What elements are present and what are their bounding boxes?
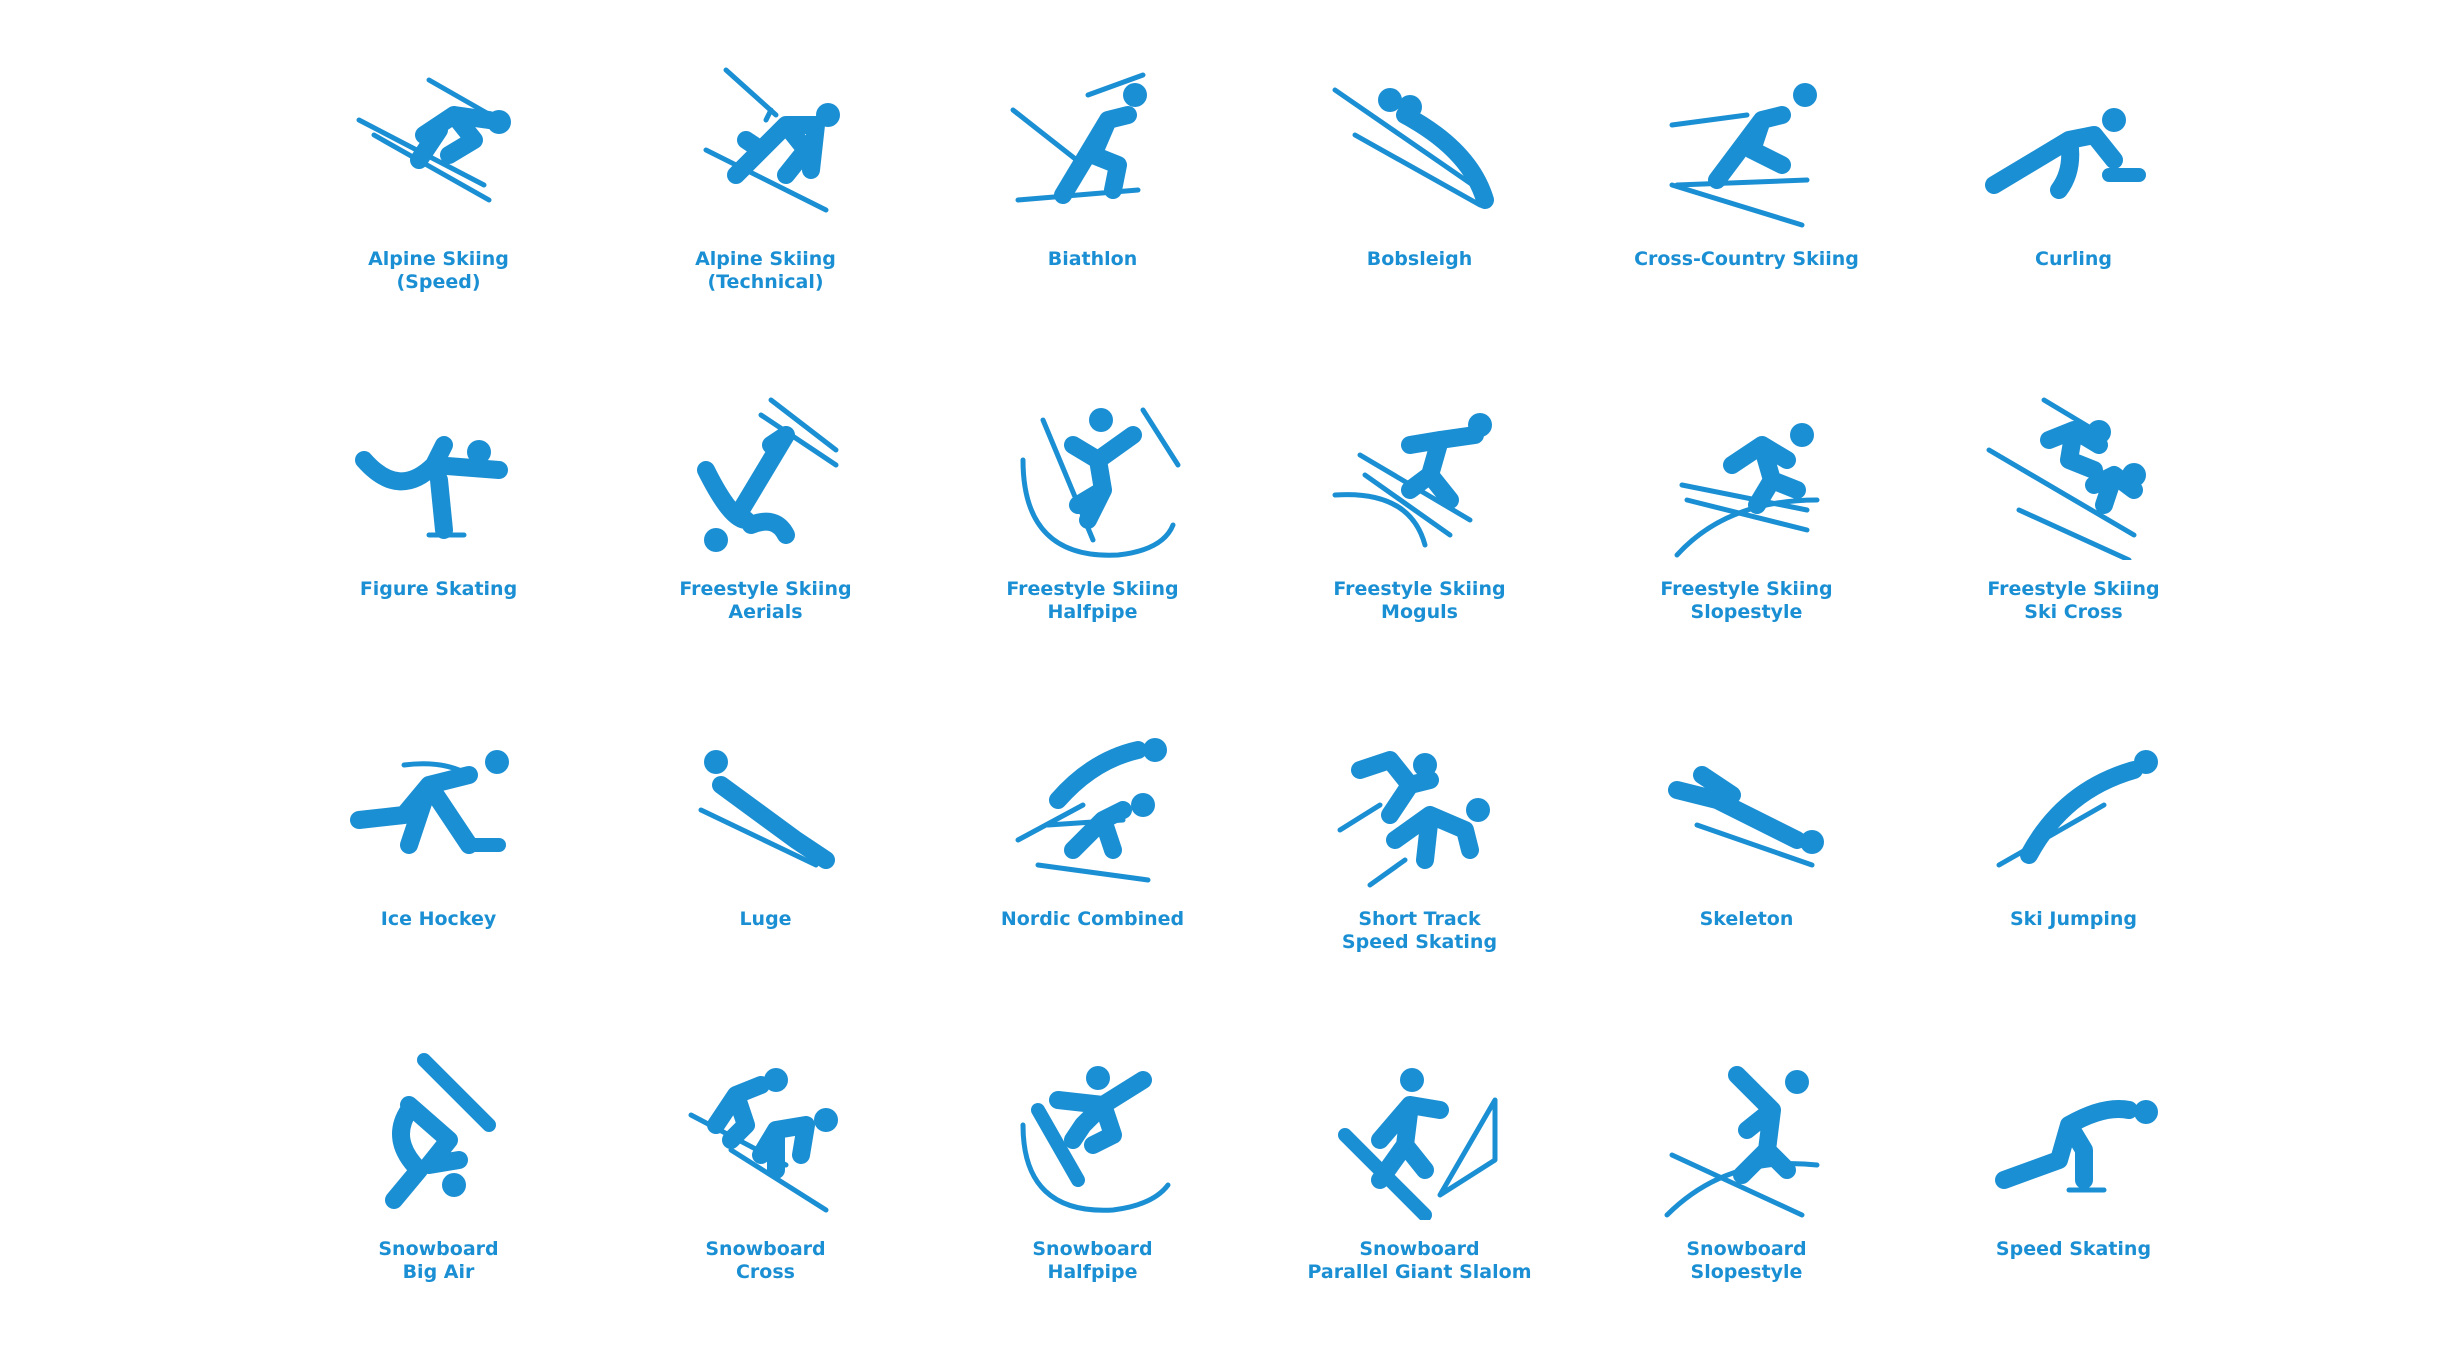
pictogram-sublabel: Halfpipe: [1047, 601, 1138, 623]
pictogram-label: Short Track: [1358, 908, 1481, 930]
alpine-skiing-technical-icon: [703, 67, 840, 213]
pictogram-sublabel: Speed Skating: [1341, 931, 1498, 953]
luge-icon: [698, 750, 835, 869]
pictogram-label: Ice Hockey: [380, 908, 497, 930]
pictogram-label: Snowboard: [1032, 1238, 1153, 1260]
snowboard-slopestyle-icon: [1664, 1066, 1819, 1218]
pictogram-sublabel: Big Air: [402, 1261, 475, 1283]
snowboard-big-air-icon: [384, 1053, 496, 1209]
freestyle-skiing-aerials-icon: [696, 397, 838, 552]
pictogram-card: Biathlon: [929, 60, 1256, 360]
freestyle-skiing-ski-cross-icon: [1986, 397, 2146, 560]
pictogram-sublabel: Moguls: [1381, 601, 1458, 623]
pictogram-sublabel: Slopestyle: [1690, 1261, 1803, 1283]
snowboard-cross-icon: [688, 1068, 838, 1213]
pictogram-label: Freestyle Skiing: [1333, 578, 1506, 600]
pictogram-label: Luge: [739, 908, 792, 930]
pictogram-card: Ski Jumping: [1910, 720, 2237, 1020]
pictogram-sublabel: (Speed): [396, 271, 481, 293]
pictogram-label: Ski Jumping: [2009, 908, 2138, 930]
pictogram-card: Snowboard Halfpipe: [929, 1050, 1256, 1350]
pictogram-sublabel: Halfpipe: [1047, 1261, 1138, 1283]
pictogram-label: Nordic Combined: [1000, 908, 1185, 930]
pictogram-card: Skeleton: [1583, 720, 1910, 1020]
short-track-speed-skating-icon: [1337, 751, 1490, 888]
speed-skating-icon: [1994, 1100, 2158, 1193]
pictogram-label: Bobsleigh: [1366, 248, 1473, 270]
pictogram-label: Curling: [2035, 248, 2112, 270]
pictogram-card: Freestyle Skiing Ski Cross: [1910, 390, 2237, 690]
pictogram-label: Freestyle Skiing: [1006, 578, 1179, 600]
pictogram-card: Cross-Country Skiing: [1583, 60, 1910, 360]
freestyle-skiing-slopestyle-icon: [1674, 423, 1819, 558]
curling-icon: [1984, 108, 2146, 199]
cross-country-skiing-icon: [1669, 83, 1817, 228]
pictogram-card: Curling: [1910, 60, 2237, 360]
figure-skating-icon: [354, 436, 508, 539]
pictogram-label: Freestyle Skiing: [1987, 578, 2160, 600]
pictogram-label: Freestyle Skiing: [1660, 578, 1833, 600]
bobsleigh-icon: [1332, 87, 1494, 209]
pictogram-card: Freestyle Skiing Aerials: [602, 390, 929, 690]
pictogram-card: Figure Skating: [275, 390, 602, 690]
pictogram-sublabel: Parallel Giant Slalom: [1307, 1261, 1532, 1283]
pictogram-label: Snowboard: [378, 1238, 499, 1260]
pictogram-card: Snowboard Cross: [602, 1050, 929, 1350]
freestyle-skiing-moguls-icon: [1332, 413, 1492, 548]
pictogram-card: Short Track Speed Skating: [1256, 720, 1583, 1020]
pictogram-card: Alpine Skiing (Speed): [275, 60, 602, 360]
pictogram-sublabel: Ski Cross: [2024, 601, 2123, 623]
pictogram-card: Nordic Combined: [929, 720, 1256, 1020]
pictogram-sublabel: Aerials: [728, 601, 803, 623]
nordic-combined-icon: [1015, 738, 1167, 883]
pictogram-label: Cross-Country Skiing: [1634, 248, 1859, 270]
freestyle-skiing-halfpipe-icon: [1020, 407, 1180, 558]
pictogram-card: Freestyle Skiing Slopestyle: [1583, 390, 1910, 690]
pictogram-label: Speed Skating: [1995, 1238, 2152, 1260]
pictogram-card: Snowboard Parallel Giant Slalom: [1256, 1050, 1583, 1350]
pictogram-card: Snowboard Big Air: [275, 1050, 602, 1350]
pictogram-label: Snowboard: [1686, 1238, 1807, 1260]
pictogram-card: Ice Hockey: [275, 720, 602, 1020]
snowboard-halfpipe-icon: [1020, 1066, 1170, 1213]
pictogram-label: Biathlon: [1047, 248, 1138, 270]
pictogram-card: Bobsleigh: [1256, 60, 1583, 360]
pictogram-label: Snowboard: [705, 1238, 826, 1260]
pictogram-sublabel: Slopestyle: [1690, 601, 1803, 623]
pictogram-sublabel: (Technical): [707, 271, 824, 293]
biathlon-icon: [1010, 72, 1147, 204]
pictogram-grid: Alpine Skiing (Speed) Alpine Skiing (Techn…: [275, 60, 2239, 1320]
pictogram-sublabel: Cross: [735, 1261, 795, 1283]
pictogram-label: Freestyle Skiing: [679, 578, 852, 600]
snowboard-parallel-giant-slalom-icon: [1337, 1068, 1497, 1220]
pictogram-label: Alpine Skiing: [368, 248, 509, 270]
ski-jumping-icon: [1996, 750, 2158, 868]
pictogram-label: Alpine Skiing: [695, 248, 836, 270]
pictogram-card: Freestyle Skiing Halfpipe: [929, 390, 1256, 690]
skeleton-icon: [1667, 766, 1824, 868]
ice-hockey-icon: [349, 750, 509, 854]
alpine-skiing-speed-icon: [356, 77, 511, 203]
pictogram-label: Figure Skating: [359, 578, 518, 600]
pictogram-card: Speed Skating: [1910, 1050, 2237, 1350]
pictogram-card: Alpine Skiing (Technical): [602, 60, 929, 360]
pictogram-card: Snowboard Slopestyle: [1583, 1050, 1910, 1350]
pictogram-card: Luge: [602, 720, 929, 1020]
pictogram-label: Skeleton: [1699, 908, 1794, 930]
pictogram-card: Freestyle Skiing Moguls: [1256, 390, 1583, 690]
pictogram-label: Snowboard: [1359, 1238, 1480, 1260]
